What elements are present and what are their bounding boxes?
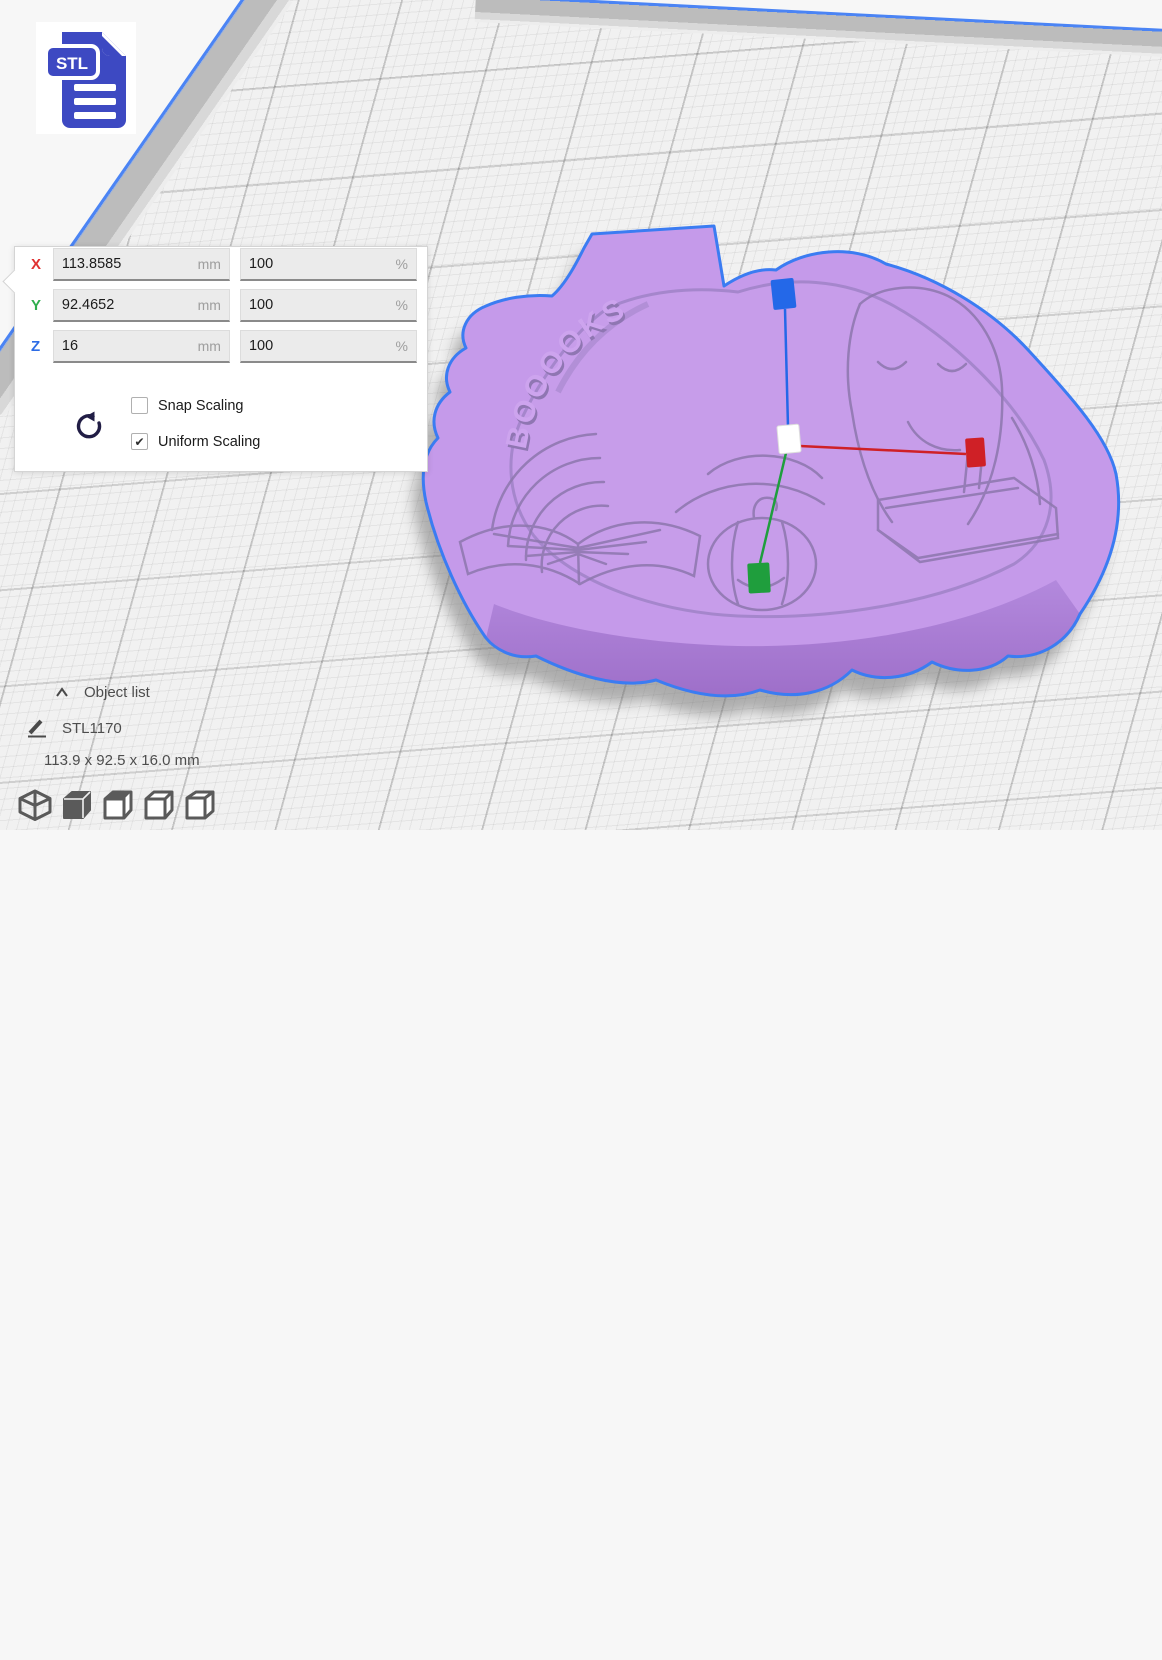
view-front-icon <box>59 789 93 821</box>
x-percent-input[interactable] <box>241 249 416 279</box>
cura-3d-viewport: { "file_chip": { "label": "STL" }, "scal… <box>0 0 1162 830</box>
object-item-name: STL1170 <box>62 720 122 737</box>
y-axis-label: Y <box>31 297 53 314</box>
z-percent-input[interactable] <box>241 331 416 361</box>
camera-view-toolbar <box>18 789 216 821</box>
object-list-item[interactable]: STL1170 <box>20 716 200 740</box>
x-axis-label: X <box>31 256 53 273</box>
z-scale-handle[interactable] <box>770 278 796 310</box>
object-list-header[interactable]: Object list <box>20 680 200 704</box>
uniform-scaling-label: Uniform Scaling <box>158 434 260 450</box>
view-3d-icon <box>18 789 52 821</box>
y-scale-handle[interactable] <box>747 562 771 593</box>
object-list-title: Object list <box>84 684 150 701</box>
y-percent-field-wrap: % <box>240 289 417 322</box>
view-right-icon <box>182 789 216 821</box>
z-percent-field-wrap: % <box>240 330 417 363</box>
snap-scaling-option[interactable]: Snap Scaling <box>131 397 243 414</box>
scale-row-y: Y mm % <box>31 288 417 323</box>
snap-scaling-label: Snap Scaling <box>158 398 243 414</box>
uniform-scaling-option[interactable]: ✔ Uniform Scaling <box>131 433 260 450</box>
z-size-field-wrap: mm <box>53 330 230 363</box>
scale-row-z: Z mm % <box>31 329 417 364</box>
uniform-scaling-checkbox[interactable]: ✔ <box>131 433 148 450</box>
model-3d-object[interactable]: BOOOOKS BOOOOKS <box>408 212 1128 712</box>
view-right-button[interactable] <box>182 789 216 821</box>
scale-tool-panel: X mm % Y mm % Z mm % <box>14 246 428 472</box>
view-left-button[interactable] <box>141 789 175 821</box>
y-percent-input[interactable] <box>241 290 416 320</box>
view-3d-button[interactable] <box>18 789 52 821</box>
y-size-input[interactable] <box>54 290 229 320</box>
x-size-input[interactable] <box>54 249 229 279</box>
panel-pointer-notch <box>2 269 26 293</box>
center-scale-handle[interactable] <box>777 424 801 454</box>
chevron-up-icon <box>54 687 70 697</box>
view-front-button[interactable] <box>59 789 93 821</box>
pencil-icon <box>26 718 48 738</box>
x-size-field-wrap: mm <box>53 248 230 281</box>
stl-file-icon: STL <box>44 32 128 128</box>
stl-file-thumbnail: STL <box>36 22 136 134</box>
snap-scaling-checkbox[interactable] <box>131 397 148 414</box>
object-dimensions: 113.9 x 92.5 x 16.0 mm <box>20 752 200 769</box>
x-percent-field-wrap: % <box>240 248 417 281</box>
view-top-icon <box>100 789 134 821</box>
x-scale-handle[interactable] <box>965 437 986 467</box>
scale-row-x: X mm % <box>31 247 417 282</box>
object-list-panel: Object list STL1170 113.9 x 92.5 x 16.0 … <box>20 680 200 769</box>
reset-rotate-icon <box>72 411 102 441</box>
view-left-icon <box>141 789 175 821</box>
svg-text:STL: STL <box>56 54 88 73</box>
reset-scale-button[interactable] <box>71 411 103 443</box>
z-size-input[interactable] <box>54 331 229 361</box>
z-axis-label: Z <box>31 338 53 355</box>
view-top-button[interactable] <box>100 789 134 821</box>
y-size-field-wrap: mm <box>53 289 230 322</box>
